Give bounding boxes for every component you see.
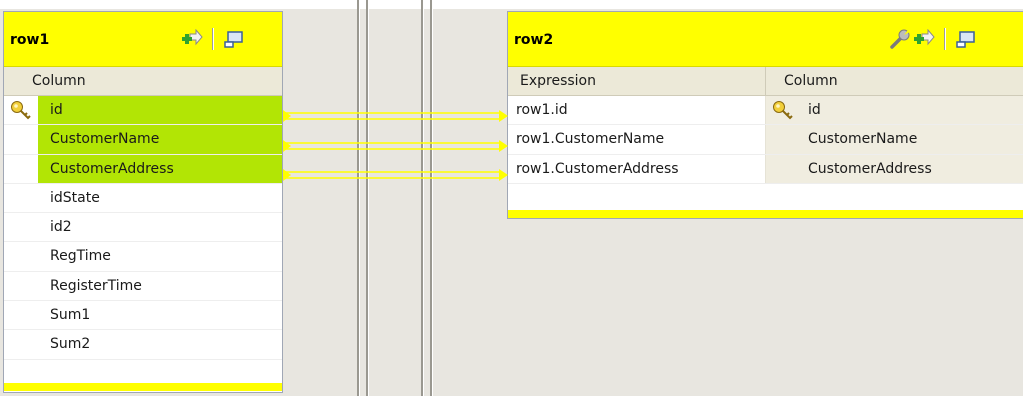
row2-rows: row1.id id row1.CustomerName CustomerName ro… (508, 96, 1023, 184)
column-name: id (38, 96, 282, 125)
table-row[interactable]: row1.CustomerName CustomerName (508, 125, 1023, 155)
column-name: CustomerName (800, 125, 1023, 154)
header-separator (212, 28, 214, 50)
panel-divider[interactable] (366, 0, 369, 396)
key-cell (4, 330, 38, 358)
row2-title: row2 (514, 32, 554, 48)
row1-header: row1 (4, 12, 282, 67)
table-row[interactable]: CustomerName (4, 125, 282, 155)
row2-bottom-bar (508, 210, 1023, 218)
key-icon (766, 96, 800, 125)
key-cell (4, 301, 38, 329)
column-name: id (800, 96, 1023, 125)
column-name: RegisterTime (50, 277, 142, 294)
column-name: Sum1 (50, 307, 91, 324)
column-name: idState (50, 189, 100, 206)
table-row[interactable]: RegisterTime (4, 272, 282, 302)
row2-column-header: Expression Column (508, 67, 1023, 96)
panel-divider[interactable] (421, 0, 424, 396)
key-cell (4, 213, 38, 241)
minimize-icon[interactable] (222, 27, 246, 51)
row1-title: row1 (10, 32, 50, 48)
link-tail (283, 110, 291, 122)
panel-divider[interactable] (430, 0, 433, 396)
row1-rows: id CustomerName CustomerAddress idState id2 R… (4, 96, 282, 360)
table-row[interactable]: Sum1 (4, 301, 282, 331)
key-cell (4, 242, 38, 270)
top-margin (0, 0, 1023, 9)
column-name: RegTime (50, 248, 111, 265)
add-column-icon[interactable] (180, 27, 204, 51)
table-row[interactable]: row1.id id (508, 96, 1023, 126)
row1-column-header: Column (4, 67, 282, 96)
wrench-icon[interactable] (888, 27, 912, 51)
column-name: CustomerName (38, 125, 282, 154)
key-cell (4, 184, 38, 212)
key-cell (766, 125, 800, 154)
key-cell (4, 155, 38, 183)
row2-header: row2 (508, 12, 1023, 67)
expression-cell[interactable]: row1.CustomerName (508, 125, 766, 154)
key-icon (4, 96, 38, 124)
column-name: CustomerAddress (38, 154, 282, 183)
add-column-icon[interactable] (912, 27, 936, 51)
table-row[interactable]: CustomerAddress (4, 154, 282, 184)
row2-header-icons (888, 26, 978, 52)
column-name: Sum2 (50, 336, 91, 353)
table-row[interactable]: Sum2 (4, 330, 282, 360)
column-name: id2 (50, 219, 72, 236)
table-row[interactable]: id (4, 96, 282, 126)
column-name: CustomerAddress (800, 154, 1023, 183)
table-row[interactable]: id2 (4, 213, 282, 243)
key-cell (766, 154, 800, 183)
key-cell (4, 125, 38, 153)
expression-cell[interactable]: row1.id (508, 96, 766, 125)
output-table-row2[interactable]: row2 Expression Column row1.id id row1.C… (507, 11, 1023, 219)
table-row[interactable]: row1.CustomerAddress CustomerAddress (508, 154, 1023, 184)
expression-cell[interactable]: row1.CustomerAddress (508, 154, 766, 183)
row1-bottom-bar (4, 383, 282, 391)
column-header-label: Column (32, 73, 86, 89)
table-row[interactable]: idState (4, 184, 282, 214)
panel-divider[interactable] (357, 0, 360, 396)
table-row[interactable]: RegTime (4, 242, 282, 272)
column-header-label: Column (784, 73, 838, 89)
header-separator (944, 28, 946, 50)
link-tail (283, 140, 291, 152)
expression-header-label: Expression (508, 67, 766, 95)
row1-header-icons (180, 26, 246, 52)
link-tail (283, 169, 291, 181)
minimize-icon[interactable] (954, 27, 978, 51)
mapper-canvas: row1 Column id CustomerName CustomerAddr… (0, 0, 1023, 396)
key-cell (4, 272, 38, 300)
input-table-row1[interactable]: row1 Column id CustomerName CustomerAddr… (3, 11, 283, 393)
